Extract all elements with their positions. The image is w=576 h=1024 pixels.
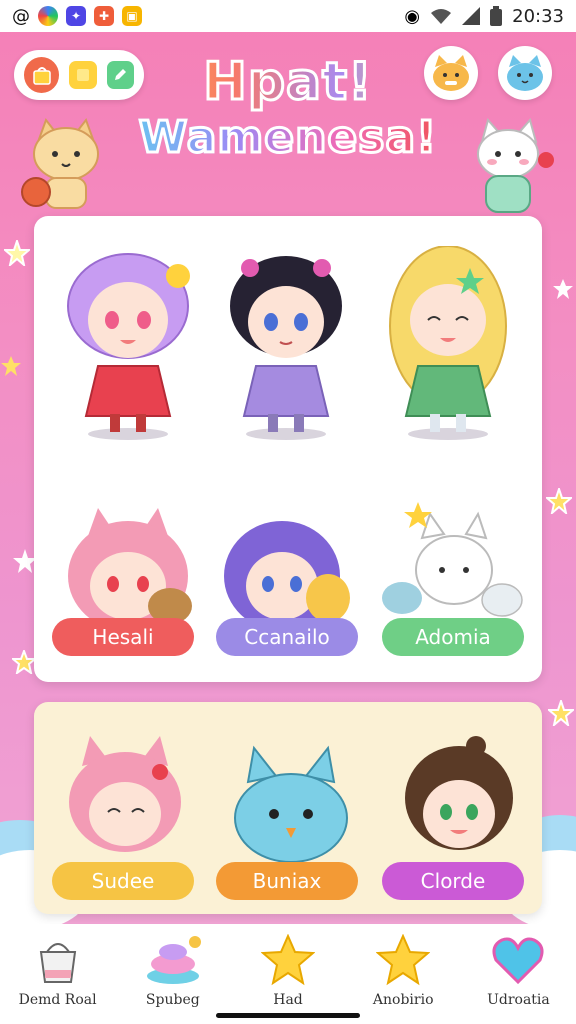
cat-mascot-right (477, 117, 554, 213)
game-app-icon-3: ▣ (122, 6, 142, 26)
star-decoration (553, 279, 573, 299)
threads-icon: @ (12, 5, 30, 27)
nav-item-had[interactable]: Had (230, 924, 345, 1024)
shop-bag-button[interactable] (24, 57, 60, 93)
home-indicator[interactable] (216, 1013, 360, 1018)
title-line-1: Hpat! (128, 53, 448, 112)
note-button[interactable] (69, 61, 97, 89)
star-decoration (4, 240, 30, 266)
character-card[interactable] (216, 246, 356, 446)
nav-label: Anobirio (372, 992, 434, 1008)
star-decoration (12, 650, 36, 674)
star-decoration (1, 356, 21, 376)
cat-avatar-blue[interactable] (498, 46, 552, 100)
nav-label: Udroatia (487, 992, 550, 1008)
character-label-hesali[interactable]: Hesali (52, 618, 194, 656)
star-decoration (546, 488, 572, 514)
toolbar-pill (14, 50, 144, 100)
cupcake-icon (146, 936, 201, 984)
star-icon (261, 934, 315, 986)
header: Hpat! Wamenesa! (0, 32, 576, 213)
pet-portrait[interactable] (226, 742, 356, 862)
edit-icon (115, 69, 127, 80)
character-label-buniax[interactable]: Buniax (216, 862, 358, 900)
nav-label: Had (273, 992, 303, 1008)
character-label-adomia[interactable]: Adomia (382, 618, 524, 656)
nav-label: Spubeg (145, 992, 200, 1008)
game-app-icon-2: ✚ (94, 6, 114, 26)
cat-face-icon (433, 55, 469, 91)
basket-icon (39, 943, 76, 983)
character-label-sudee[interactable]: Sudee (52, 862, 194, 900)
battery-icon (490, 6, 503, 26)
character-portrait[interactable] (216, 506, 356, 626)
star-icon (376, 934, 431, 986)
nav-item-demd-roal[interactable]: Demd Roal (0, 924, 115, 1024)
character-label-clorde[interactable]: Clorde (382, 862, 524, 900)
character-portrait[interactable] (60, 732, 190, 862)
heart-icon (492, 937, 544, 985)
status-bar: @ ✦ ✚ ▣ ◉ 20:33 (0, 0, 576, 32)
character-card[interactable] (378, 246, 518, 446)
title-line-2: Wamenesa! (128, 110, 448, 166)
cat-mascot-left (21, 117, 99, 209)
game-title: Hpat! Wamenesa! (128, 53, 448, 166)
star-decoration (548, 700, 574, 726)
bottom-nav: Demd Roal Spubeg Had Anobirio Udroatia (0, 924, 576, 1024)
character-select-card: Hesali Ccanailo Adomia (34, 216, 542, 682)
character-portrait[interactable] (58, 506, 198, 626)
game-app-icon: ✦ (66, 6, 86, 26)
clock: 20:33 (512, 5, 564, 27)
wifi-icon (431, 9, 452, 24)
character-portrait[interactable] (394, 732, 524, 862)
cat-face-icon (507, 55, 543, 91)
cat-avatar-orange[interactable] (424, 46, 478, 100)
nav-item-anobirio[interactable]: Anobirio (346, 924, 461, 1024)
character-label-ccanailo[interactable]: Ccanailo (216, 618, 358, 656)
shop-bag-icon (32, 67, 51, 85)
nav-item-spubeg[interactable]: Spubeg (115, 924, 230, 1024)
character-card[interactable] (58, 246, 198, 446)
eye-icon: ◉ (404, 5, 421, 27)
photos-icon (38, 6, 58, 26)
character-portrait[interactable] (378, 498, 528, 626)
nav-label: Demd Roal (18, 992, 97, 1008)
signal-icon (462, 7, 481, 25)
featured-card: Sudee Buniax Clorde (34, 702, 542, 914)
note-icon (76, 69, 89, 81)
nav-item-udroatia[interactable]: Udroatia (461, 924, 576, 1024)
